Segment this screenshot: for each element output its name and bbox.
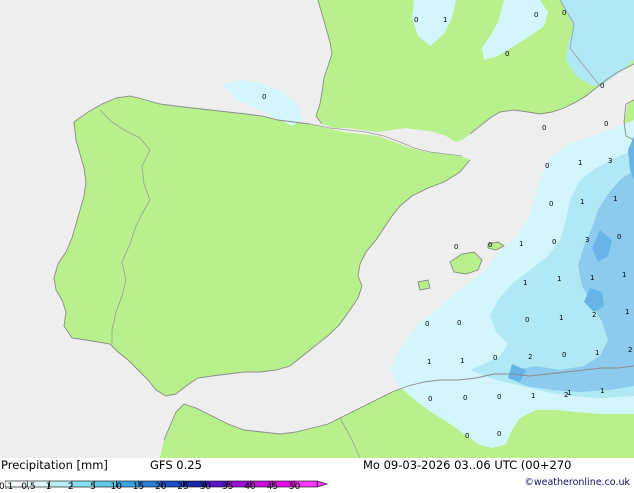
value-label: 1 <box>622 271 626 279</box>
value-label: 0 <box>454 243 458 251</box>
scale-tick-label: 25 <box>177 482 189 492</box>
value-label: 0 <box>465 432 469 440</box>
value-label: 1 <box>523 279 527 287</box>
scale-tick-label: 0.1 <box>0 482 14 492</box>
value-label: 0 <box>549 200 553 208</box>
legend-footer: Precipitation [mm] GFS 0.25 Mo 09-03-202… <box>0 458 634 493</box>
value-label: 0 <box>425 320 429 328</box>
scale-tick-label: 2 <box>67 482 74 492</box>
scale-tick-label: 0.5 <box>21 482 36 492</box>
value-label: 1 <box>595 349 599 357</box>
value-label: 0 <box>545 162 549 170</box>
scale-tick-label: 45 <box>266 482 279 492</box>
value-label: 0 <box>562 351 566 359</box>
value-label: 1 <box>443 16 447 24</box>
color-scale <box>4 474 335 493</box>
value-label: 1 <box>567 389 571 397</box>
value-label: 2 <box>628 346 632 354</box>
scale-tick-label: 1 <box>45 482 52 492</box>
credit-link[interactable]: ©weatheronline.co.uk <box>524 477 630 488</box>
value-label: 1 <box>578 159 582 167</box>
value-label: 0 <box>617 233 621 241</box>
valid-time: Mo 09-03-2026 03..06 UTC (00+270 <box>363 458 572 472</box>
value-label: 1 <box>559 314 563 322</box>
value-label: 1 <box>625 308 629 316</box>
value-label: 0 <box>497 393 501 401</box>
value-label: 1 <box>613 195 617 203</box>
value-label: 1 <box>557 275 561 283</box>
value-label: 0 <box>542 124 546 132</box>
value-label: 3 <box>585 236 589 244</box>
value-label: 1 <box>427 358 431 366</box>
value-label: 2 <box>528 353 532 361</box>
value-label: 0 <box>463 394 467 402</box>
value-label: 2 <box>592 311 596 319</box>
map-canvas: 0 1 0 0 0 0 0 0 0 1 3 0 1 1 0 3 0 0 0 1 … <box>0 0 634 458</box>
value-label: 0 <box>552 238 556 246</box>
scale-tick-label: 35 <box>222 482 234 492</box>
value-label: 0 <box>534 11 538 19</box>
scale-tick-label: 30 <box>199 482 212 492</box>
value-label: 1 <box>600 387 604 395</box>
value-label: 3 <box>608 157 612 165</box>
scale-tick-label: 5 <box>90 482 96 492</box>
value-label: 1 <box>531 392 535 400</box>
value-label: 1 <box>460 357 464 365</box>
value-label: 0 <box>493 354 497 362</box>
weather-map: 0 1 0 0 0 0 0 0 0 1 3 0 1 1 0 3 0 0 0 1 … <box>0 0 634 458</box>
value-label: 1 <box>519 240 523 248</box>
value-label: 0 <box>497 430 501 438</box>
value-label: 0 <box>600 82 604 90</box>
map-title: Precipitation [mm] <box>1 458 108 472</box>
value-label: 1 <box>580 198 584 206</box>
value-label: 0 <box>428 395 432 403</box>
value-label: 0 <box>525 316 529 324</box>
value-label: 0 <box>457 319 461 327</box>
value-label: 0 <box>505 50 509 58</box>
scale-tick-label: 15 <box>132 482 145 492</box>
value-label: 0 <box>488 241 492 249</box>
value-label: 0 <box>262 93 266 101</box>
color-scale-bar <box>4 480 329 488</box>
value-label: 0 <box>562 9 566 17</box>
value-label: 1 <box>590 274 594 282</box>
scale-tick-label: 20 <box>155 482 167 492</box>
value-label: 0 <box>414 16 418 24</box>
color-scale-arrow <box>316 480 329 488</box>
scale-tick-label: 10 <box>110 482 122 492</box>
scale-tick-label: 40 <box>244 482 256 492</box>
value-label: 0 <box>604 120 608 128</box>
scale-tick-label: 50 <box>288 482 301 492</box>
model-name: GFS 0.25 <box>150 458 202 472</box>
